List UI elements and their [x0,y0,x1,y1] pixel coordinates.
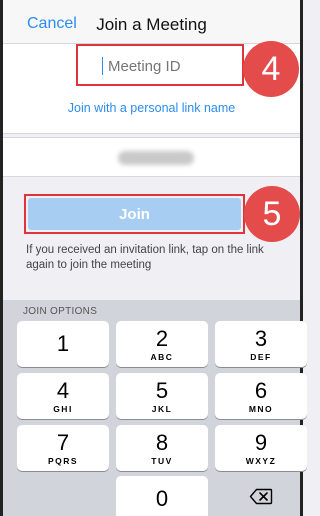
step-badge-5: 5 [244,186,300,242]
text-caret [102,57,103,75]
key-letters: TUV [151,455,173,466]
key-digit: 1 [56,331,70,356]
key-digit: 7 [56,429,70,455]
key-letters: PQRS [47,455,79,466]
meeting-id-highlight [76,44,244,86]
key-8[interactable]: 8 TUV [116,425,208,471]
key-letters: MNO [248,403,274,414]
numeric-keypad: JOIN OPTIONS 1 2 ABC 3 DEF 4 GHI 5 JKL 6… [3,300,307,516]
key-letters: JKL [151,403,173,414]
key-5[interactable]: 5 JKL [116,373,208,419]
key-digit: 3 [254,325,268,351]
key-digit: 9 [254,429,268,455]
key-digit: 5 [155,377,169,403]
key-digit: 4 [56,377,70,403]
join-options-header: JOIN OPTIONS [23,306,98,317]
join-button[interactable]: Join [28,198,241,230]
key-letters: WXYZ [245,455,277,466]
key-3[interactable]: 3 DEF [215,321,307,367]
display-name-field[interactable] [3,137,300,177]
key-1[interactable]: 1 [17,321,109,367]
key-digit: 0 [155,486,169,511]
personal-link-button[interactable]: Join with a personal link name [3,101,300,115]
backspace-icon [249,488,273,510]
invitation-hint-text: If you received an invitation link, tap … [26,244,264,271]
key-0[interactable]: 0 [116,476,208,516]
navigation-bar: Cancel Join a Meeting [3,0,300,44]
page-title: Join a Meeting [96,15,207,34]
key-2[interactable]: 2 ABC [116,321,208,367]
meeting-id-input[interactable] [108,55,228,77]
key-6[interactable]: 6 MNO [215,373,307,419]
key-9[interactable]: 9 WXYZ [215,425,307,471]
key-digit: 8 [155,429,169,455]
blurred-display-name [118,151,194,165]
key-letters: ABC [150,351,174,362]
key-digit: 2 [155,325,169,351]
key-letters: DEF [250,351,272,362]
delete-key[interactable] [215,476,307,516]
key-7[interactable]: 7 PQRS [17,425,109,471]
key-digit: 6 [254,377,268,403]
key-4[interactable]: 4 GHI [17,373,109,419]
key-letters: GHI [53,403,73,414]
step-badge-4: 4 [243,41,299,97]
